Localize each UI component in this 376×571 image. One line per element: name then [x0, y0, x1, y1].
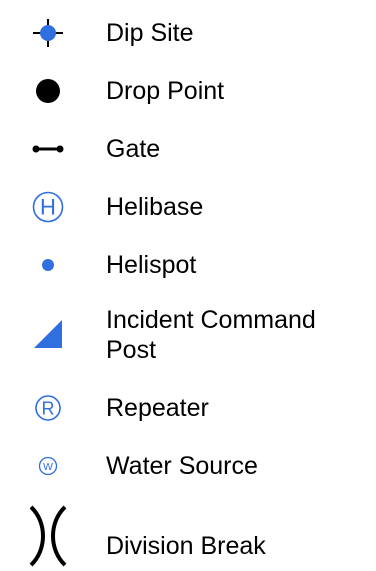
legend-item-helispot: Helispot [0, 250, 376, 280]
legend-item-helibase: H Helibase [0, 191, 376, 223]
legend-label: Division Break [106, 532, 266, 560]
legend-label: Helibase [106, 193, 204, 221]
legend-label: Water Source [106, 452, 258, 480]
legend-label-line-2: Post [106, 336, 157, 364]
legend-label: Helispot [106, 251, 197, 279]
repeater-icon-letter: R [42, 399, 55, 419]
legend-item-drop-point: Drop Point [0, 76, 376, 106]
helispot-icon [18, 250, 78, 280]
drop-point-icon [18, 76, 78, 106]
legend-item-dip-site: Dip Site [0, 18, 376, 48]
division-break-icon [18, 504, 78, 568]
legend-item-water-source: W Water Source [0, 451, 376, 481]
legend-label: Dip Site [106, 19, 194, 47]
incident-command-post-icon [18, 317, 78, 351]
helibase-icon-letter: H [40, 195, 56, 220]
dip-site-icon [18, 18, 78, 48]
legend-label-line-1: Incident Command [106, 306, 316, 334]
map-legend: Dip Site Drop Point Gate H Helibase Heli… [0, 0, 376, 571]
repeater-icon: R [18, 392, 78, 424]
legend-item-division-break: Division Break [0, 500, 376, 570]
legend-item-gate: Gate [0, 134, 376, 164]
legend-label: Incident Command Post [106, 305, 316, 365]
legend-item-repeater: R Repeater [0, 392, 376, 424]
legend-label: Gate [106, 135, 161, 163]
legend-item-incident-command-post: Incident Command Post [0, 303, 376, 367]
legend-label: Drop Point [106, 77, 225, 105]
helibase-icon: H [18, 191, 78, 223]
water-source-icon-letter: W [43, 461, 53, 473]
gate-icon [18, 134, 78, 164]
water-source-icon: W [18, 451, 78, 481]
legend-label: Repeater [106, 394, 209, 422]
